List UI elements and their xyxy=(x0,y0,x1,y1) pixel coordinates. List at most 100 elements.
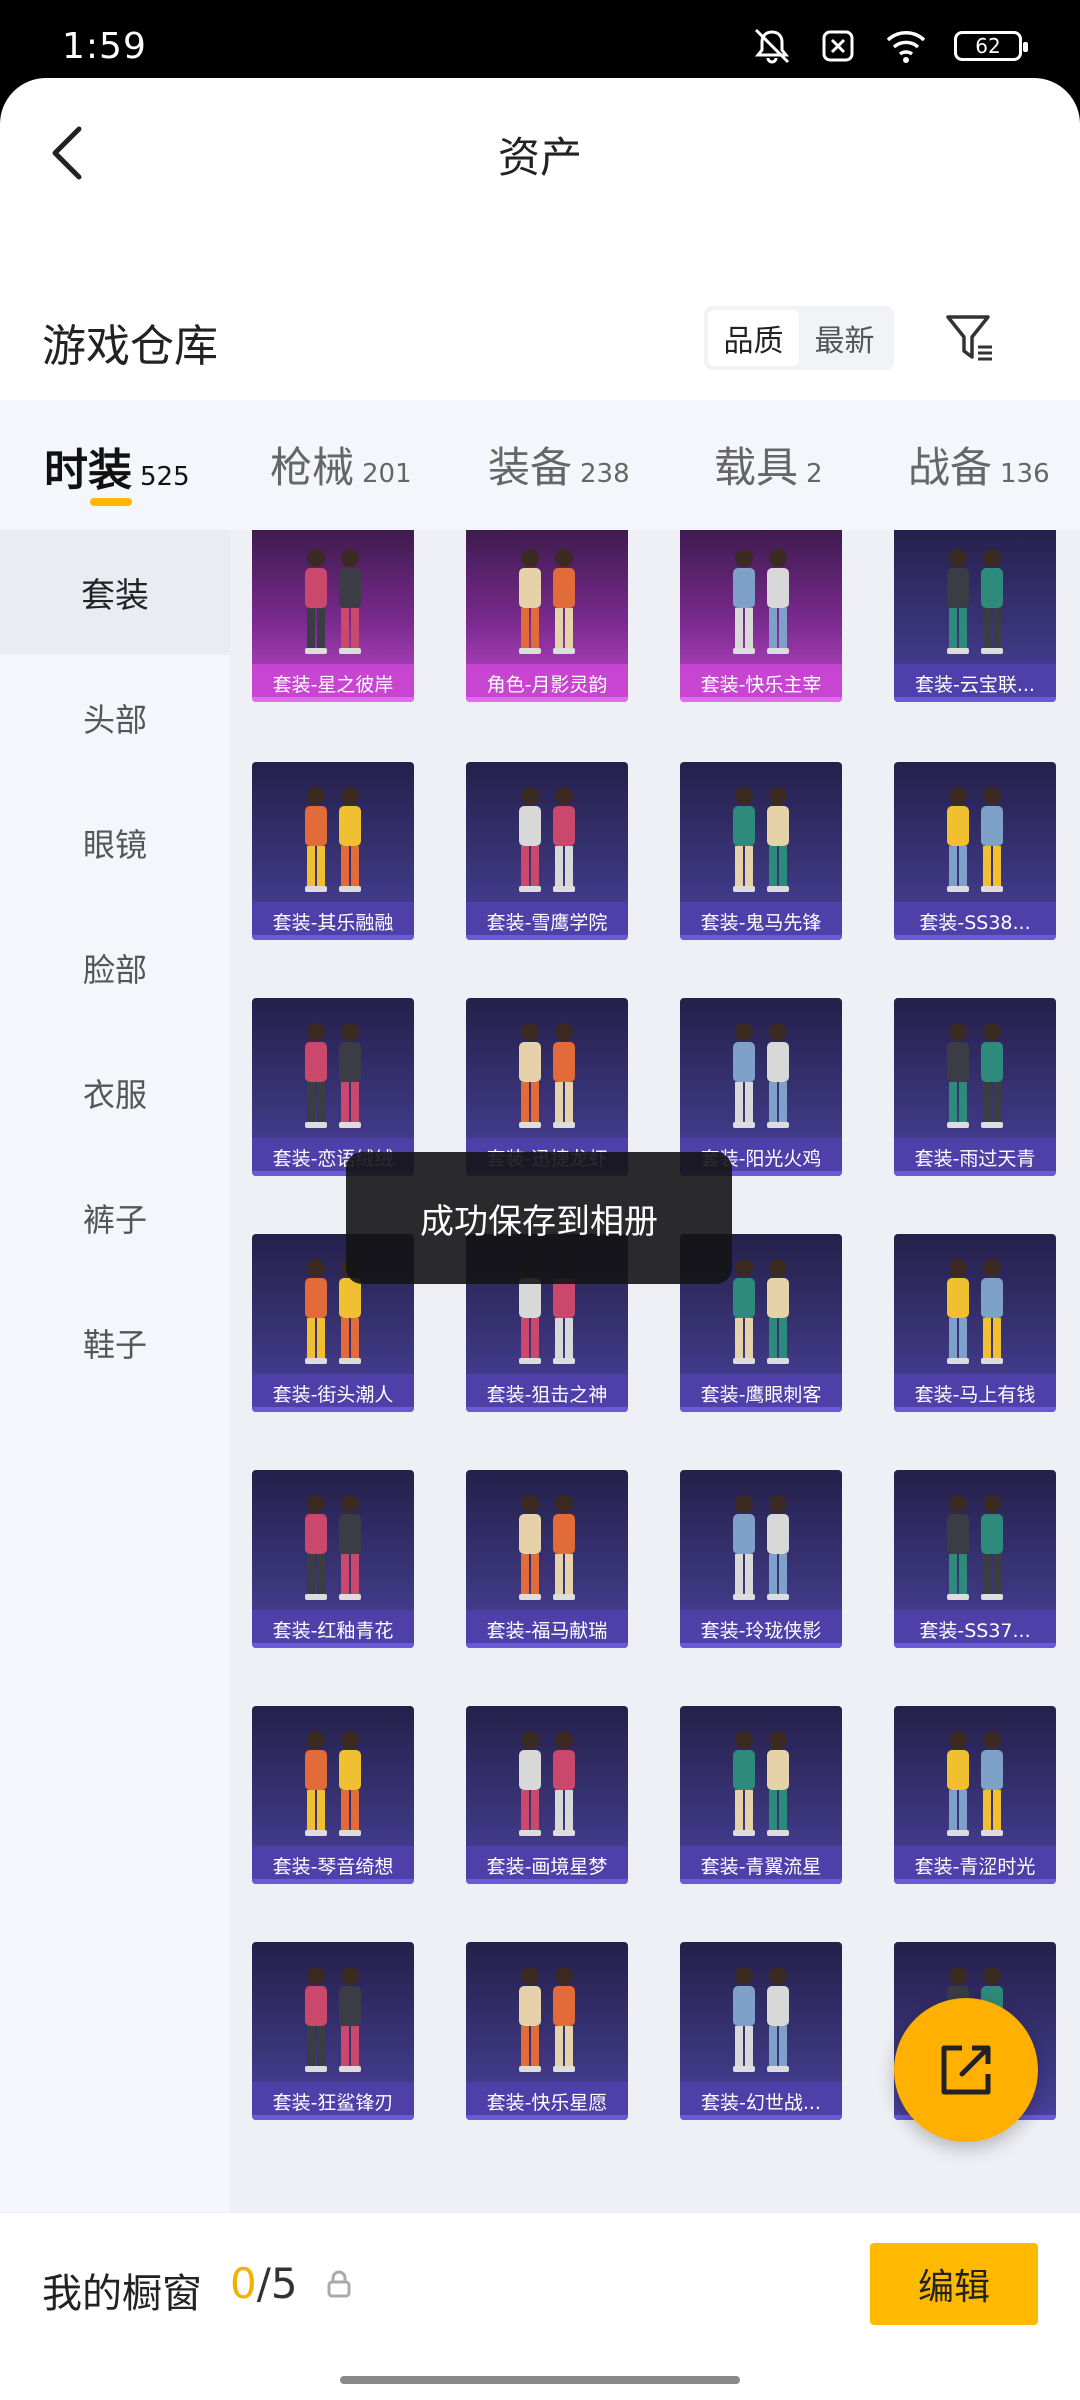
outfit-figure-icon xyxy=(305,787,361,892)
item-card[interactable]: 角色-月影灵韵 xyxy=(466,530,628,702)
battery-level: 62 xyxy=(975,34,1001,58)
header: 资产 xyxy=(0,78,1080,228)
active-tab-indicator xyxy=(90,498,132,506)
item-card-label: 套装-街头潮人 xyxy=(252,1374,414,1412)
sort-option-newest[interactable]: 最新 xyxy=(799,310,890,366)
item-card[interactable]: 套装-青翼流星 xyxy=(680,1706,842,1884)
tab-count: 136 xyxy=(1000,459,1050,489)
sort-toggle: 品质 最新 xyxy=(704,306,894,370)
filter-icon xyxy=(946,315,992,361)
tab-count: 201 xyxy=(362,459,412,489)
item-card-label: 套装-青涩时光 xyxy=(894,1846,1056,1884)
outfit-figure-icon xyxy=(519,1023,575,1128)
item-card-label: 套装-快乐星愿 xyxy=(466,2082,628,2120)
item-card[interactable]: 套装-青涩时光 xyxy=(894,1706,1056,1884)
item-card[interactable]: 套装-马上有钱 xyxy=(894,1234,1056,1412)
showcase-total: /5 xyxy=(256,2259,298,2308)
sidebar-item-clothes[interactable]: 衣服 xyxy=(0,1030,230,1155)
outfit-figure-icon xyxy=(305,1023,361,1128)
item-card-label: 套装-福马献瑞 xyxy=(466,1610,628,1648)
tab-equipment[interactable]: 装备 238 xyxy=(488,434,630,495)
outfit-figure-icon xyxy=(305,1731,361,1836)
outfit-figure-icon xyxy=(733,787,789,892)
outfit-figure-icon xyxy=(305,549,361,654)
sidebar-item-pants[interactable]: 裤子 xyxy=(0,1155,230,1280)
tab-count: 2 xyxy=(806,459,823,489)
outfit-figure-icon xyxy=(733,1023,789,1128)
outfit-figure-icon xyxy=(733,1731,789,1836)
outfit-figure-icon xyxy=(733,1967,789,2072)
item-card[interactable]: 套装-画境星梦 xyxy=(466,1706,628,1884)
tab-fashion[interactable]: 时装 525 xyxy=(44,434,190,498)
toast-message: 成功保存到相册 xyxy=(346,1152,732,1284)
item-card[interactable]: 套装-星之彼岸 xyxy=(252,530,414,702)
tab-vehicles[interactable]: 载具 2 xyxy=(714,434,823,495)
item-card-label: 角色-月影灵韵 xyxy=(466,664,628,702)
sidebar-item-shoes[interactable]: 鞋子 xyxy=(0,1280,230,1405)
wifi-icon xyxy=(886,31,926,63)
sidebar-item-head[interactable]: 头部 xyxy=(0,655,230,780)
status-time: 1:59 xyxy=(62,26,147,67)
outfit-figure-icon xyxy=(305,1495,361,1600)
showcase-count: 0/5 xyxy=(230,2259,298,2308)
item-card[interactable]: 套装-阳光火鸡 xyxy=(680,998,842,1176)
showcase-bar: 我的橱窗 0/5 编辑 xyxy=(0,2212,1080,2400)
sidebar-item-face[interactable]: 脸部 xyxy=(0,905,230,1030)
page-title: 资产 xyxy=(497,133,582,182)
tab-guns[interactable]: 枪械 201 xyxy=(270,434,412,495)
item-card-label: 套装-玲珑侠影 xyxy=(680,1610,842,1648)
item-card[interactable]: 套装-狂鲨锋刃 xyxy=(252,1942,414,2120)
battery-icon: 62 xyxy=(954,31,1028,61)
item-card-label: 套装-鹰眼刺客 xyxy=(680,1374,842,1412)
app-screen: 资产 游戏仓库 品质 最新 时装 525 枪械 201 装备 238 载具 2 xyxy=(0,78,1080,2400)
outfit-figure-icon xyxy=(519,1731,575,1836)
tab-label: 载具 xyxy=(714,443,799,492)
subcategory-sidebar: 套装 头部 眼镜 脸部 衣服 裤子 鞋子 xyxy=(0,530,230,2290)
item-card[interactable]: 套装-福马献瑞 xyxy=(466,1470,628,1648)
item-card-label: 套装-青翼流星 xyxy=(680,1846,842,1884)
outfit-figure-icon xyxy=(519,1967,575,2072)
tab-label: 时装 xyxy=(44,445,132,496)
item-card[interactable]: 套装-雨过天青 xyxy=(894,998,1056,1176)
item-card[interactable]: 套装-玲珑侠影 xyxy=(680,1470,842,1648)
item-card[interactable]: 套装-快乐星愿 xyxy=(466,1942,628,2120)
item-card[interactable]: 套装-雪鹰学院 xyxy=(466,762,628,940)
item-card[interactable]: 套装-恋语绒绒 xyxy=(252,998,414,1176)
sidebar-item-glasses[interactable]: 眼镜 xyxy=(0,780,230,905)
item-card[interactable]: 套装-云宝联... xyxy=(894,530,1056,702)
item-card[interactable]: 套装-SS37... xyxy=(894,1470,1056,1648)
sidebar-item-sets[interactable]: 套装 xyxy=(0,530,230,655)
item-card[interactable]: 套装-其乐融融 xyxy=(252,762,414,940)
item-card-label: 套装-云宝联... xyxy=(894,664,1056,702)
item-card[interactable]: 套装-幻世战... xyxy=(680,1942,842,2120)
item-card-label: 套装-星之彼岸 xyxy=(252,664,414,702)
item-card[interactable]: 套装-快乐主宰 xyxy=(680,530,842,702)
mute-icon xyxy=(754,28,790,64)
showcase-current: 0 xyxy=(230,2259,257,2308)
edit-button[interactable]: 编辑 xyxy=(870,2243,1038,2325)
item-card[interactable]: 套装-迅捷龙虾 xyxy=(466,998,628,1176)
item-card-label: 套装-SS37... xyxy=(894,1610,1056,1648)
status-bar: 1:59 62 xyxy=(0,0,1080,78)
item-card-label: 套装-SS38... xyxy=(894,902,1056,940)
item-card-label: 套装-琴音绮想 xyxy=(252,1846,414,1884)
tab-label: 枪械 xyxy=(270,443,355,492)
share-icon xyxy=(941,2045,991,2095)
share-fab-button[interactable] xyxy=(894,1998,1038,2142)
tab-supplies[interactable]: 战备 136 xyxy=(908,434,1050,495)
outfit-figure-icon xyxy=(947,549,1003,654)
item-card-label: 套装-鬼马先锋 xyxy=(680,902,842,940)
item-card[interactable]: 套装-鬼马先锋 xyxy=(680,762,842,940)
tab-label: 装备 xyxy=(488,443,573,492)
item-card-label: 套装-快乐主宰 xyxy=(680,664,842,702)
outfit-figure-icon xyxy=(947,1495,1003,1600)
tab-count: 238 xyxy=(580,459,630,489)
sort-option-quality[interactable]: 品质 xyxy=(708,310,799,366)
item-card-label: 套装-狙击之神 xyxy=(466,1374,628,1412)
outfit-figure-icon xyxy=(947,1731,1003,1836)
filter-button[interactable] xyxy=(940,306,1000,370)
item-card[interactable]: 套装-琴音绮想 xyxy=(252,1706,414,1884)
item-card[interactable]: 套装-SS38... xyxy=(894,762,1056,940)
item-card[interactable]: 套装-红釉青花 xyxy=(252,1470,414,1648)
showcase-label: 我的橱窗 xyxy=(42,2271,202,2317)
